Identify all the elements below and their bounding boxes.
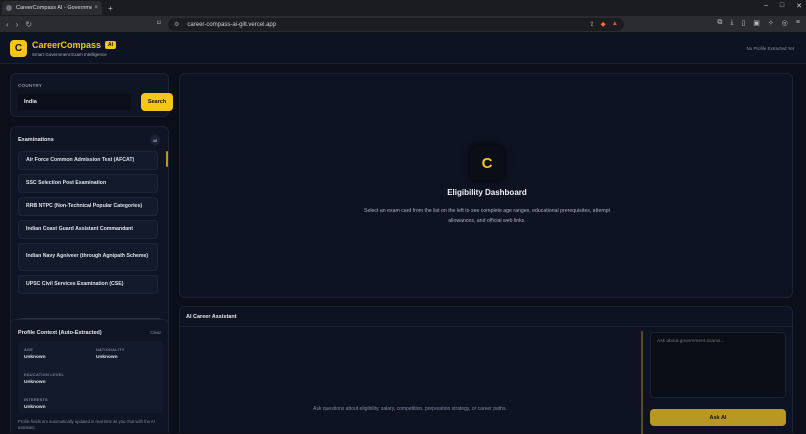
maximize-button[interactable]: □: [780, 2, 784, 10]
assistant-divider-line: [180, 326, 794, 327]
back-icon[interactable]: ‹: [6, 20, 9, 29]
ask-ai-button[interactable]: Ask AI: [650, 409, 786, 426]
reload-icon[interactable]: ↻: [25, 20, 32, 29]
exam-card[interactable]: Indian Navy Agniveer (through Agnipath S…: [18, 243, 158, 271]
extensions-icon[interactable]: ⧉: [717, 19, 722, 27]
education-field: EDUCATION LEVEL Unknown: [24, 373, 64, 385]
browser-tab-bar: CareerCompass AI - Governme × + – □ ✕: [0, 0, 806, 16]
eligibility-dashboard: C Eligibility Dashboard Select an exam c…: [179, 73, 793, 298]
tab-title: CareerCompass AI - Governme: [16, 5, 93, 11]
bookmark-icon[interactable]: ⌑: [157, 19, 161, 27]
exam-card[interactable]: UPSC Civil Services Examination (CSE): [18, 275, 158, 294]
education-label: EDUCATION LEVEL: [24, 373, 65, 377]
minimize-button[interactable]: –: [764, 2, 768, 10]
clear-profile-button[interactable]: Clear: [150, 330, 161, 335]
wallet-icon[interactable]: ▣: [753, 19, 760, 27]
browser-tab[interactable]: CareerCompass AI - Governme ×: [2, 1, 102, 15]
site-info-icon[interactable]: ⚙: [174, 21, 179, 28]
nationality-value: Unknown: [96, 355, 118, 360]
tagline: Smart Government Exam Intelligence: [32, 52, 107, 57]
url-text: career-compass-ai-gilt.vercel.app: [187, 21, 277, 28]
age-field: AGE Unknown: [24, 348, 46, 360]
examinations-panel: Examinations 48 Air Force Common Admissi…: [10, 126, 169, 339]
globe-icon: [6, 5, 12, 11]
nationality-label: NATIONALITY: [96, 348, 125, 352]
vpn-icon[interactable]: ◎: [782, 19, 788, 27]
exam-list[interactable]: Air Force Common Admission Test (AFCAT) …: [18, 151, 168, 321]
country-label: COUNTRY: [18, 83, 43, 88]
ai-assistant-panel: AI Career Assistant Ask questions about …: [179, 306, 794, 434]
assistant-title: AI Career Assistant: [186, 314, 237, 320]
leo-icon[interactable]: ✧: [768, 19, 774, 27]
exam-card[interactable]: SSC Selection Post Examination: [18, 174, 158, 193]
interests-field: INTERESTS Unknown: [24, 398, 48, 410]
app-logo[interactable]: C: [10, 40, 27, 57]
share-icon[interactable]: ⇪: [589, 20, 594, 28]
exam-card[interactable]: RRB NTPC (Non-Technical Popular Categori…: [18, 197, 158, 216]
address-bar-actions: ⇪ ◆ ▲: [589, 20, 618, 28]
ask-input[interactable]: [650, 332, 786, 398]
brave-shield-icon[interactable]: ◆: [601, 20, 606, 28]
dashboard-logo: C: [470, 146, 504, 180]
age-value: Unknown: [24, 355, 46, 360]
profile-fields: AGE Unknown NATIONALITY Unknown EDUCATIO…: [18, 341, 163, 413]
window-controls: – □ ✕: [764, 2, 802, 10]
new-tab-button[interactable]: +: [108, 4, 113, 13]
sidebar-icon[interactable]: ▯: [741, 19, 745, 27]
rewards-icon[interactable]: ▲: [612, 20, 618, 28]
profile-title: Profile Context (Auto-Extracted): [18, 330, 102, 336]
profile-note: Profile fields are automatically updated…: [18, 419, 155, 431]
download-icon[interactable]: ⤓: [730, 19, 733, 27]
nav-buttons: ‹ › ↻: [6, 20, 32, 29]
exam-count-badge: 48: [150, 135, 160, 145]
interests-label: INTERESTS: [24, 398, 49, 402]
exam-card[interactable]: Indian Coast Guard Assistant Commandant: [18, 220, 158, 239]
forward-icon[interactable]: ›: [16, 20, 19, 29]
interests-value: Unknown: [24, 405, 46, 410]
assistant-empty-state: Ask questions about eligibility, salary,…: [313, 406, 507, 412]
exam-card[interactable]: Air Force Common Admission Test (AFCAT): [18, 151, 158, 170]
nationality-field: NATIONALITY Unknown: [96, 348, 125, 360]
ai-badge: AI: [105, 41, 117, 49]
dashboard-description: Select an exam card from the list on the…: [364, 208, 610, 225]
brand-name: CareerCompass AI: [32, 40, 117, 50]
country-input[interactable]: [18, 94, 131, 110]
brand-text: CareerCompass: [32, 40, 102, 50]
menu-icon[interactable]: ≡: [796, 19, 800, 27]
profile-panel: Profile Context (Auto-Extracted) Clear A…: [10, 319, 169, 433]
app-header: C CareerCompass AI Smart Government Exam…: [0, 33, 806, 64]
exam-list-scrollbar[interactable]: [166, 151, 168, 167]
assistant-vertical-divider: [641, 331, 643, 434]
address-bar[interactable]: ⚙ career-compass-ai-gilt.vercel.app ⇪ ◆ …: [168, 18, 624, 31]
toolbar-icons: ⧉ ⤓ ▯ ▣ ✧ ◎ ≡: [717, 19, 800, 27]
country-panel: COUNTRY Search: [10, 73, 173, 117]
search-button[interactable]: Search: [141, 93, 173, 111]
profile-status: No Profile Extracted Yet: [746, 46, 794, 51]
examinations-title: Examinations: [18, 137, 54, 143]
close-window-button[interactable]: ✕: [796, 2, 802, 10]
browser-toolbar: ‹ › ↻ ⌑ ⚙ career-compass-ai-gilt.vercel.…: [0, 16, 806, 33]
age-label: AGE: [24, 348, 34, 352]
tab-close-icon[interactable]: ×: [94, 5, 98, 11]
dashboard-title: Eligibility Dashboard: [447, 188, 527, 197]
education-value: Unknown: [24, 380, 46, 385]
app-root: C CareerCompass AI Smart Government Exam…: [0, 33, 806, 434]
